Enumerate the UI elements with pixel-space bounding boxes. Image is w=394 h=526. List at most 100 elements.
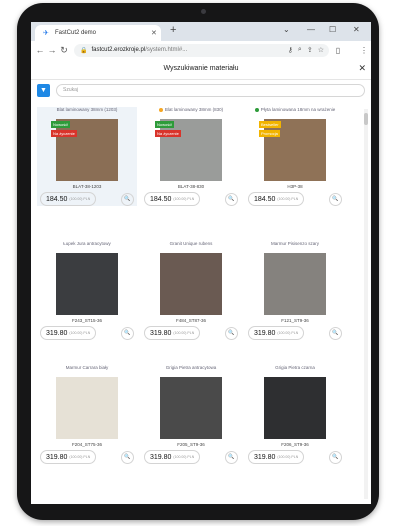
text: 184.50: [46, 195, 68, 203]
back-icon[interactable]: ←: [34, 45, 46, 55]
reload-icon[interactable]: ↻: [58, 45, 70, 56]
address-bar[interactable]: 🔒 fastcut2.erozkroje.pl/system.html#... …: [74, 43, 329, 57]
new-tab-icon[interactable]: +: [170, 24, 176, 36]
magnify-icon[interactable]: 🔍: [329, 326, 342, 340]
text: (100.00) PLN: [69, 455, 91, 459]
zoom-icon[interactable]: ⌕: [298, 46, 302, 54]
share-icon[interactable]: ⇪: [307, 46, 313, 54]
close-dialog-icon[interactable]: ✕: [358, 63, 366, 74]
price-badge: 319.80 (100.00) PLN: [248, 326, 305, 340]
url-host: fastcut2.erozkroje.pl: [91, 47, 146, 53]
status-badge: Nowość!: [51, 121, 71, 128]
text: 319.80: [150, 329, 172, 337]
material-code: F204_ST75-36: [71, 442, 103, 447]
sidebar-icon[interactable]: ▯: [333, 46, 343, 55]
text: Łupek Jura antracytowy: [63, 241, 111, 246]
tab-strip: ✈ FastCut2 demo ✕ + ⌄ — ☐ ✕: [31, 22, 371, 41]
text: 319.80: [254, 453, 276, 461]
scrollbar-thumb[interactable]: [364, 113, 368, 125]
browser-window: ✈ FastCut2 demo ✕ + ⌄ — ☐ ✕ ← → ↻ 🔒 fast…: [31, 22, 371, 504]
material-swatch[interactable]: Nowość! Na życzenie: [155, 119, 222, 181]
material-swatch[interactable]: [160, 377, 222, 439]
magnify-icon[interactable]: 🔍: [225, 326, 238, 340]
text: 319.80: [46, 329, 68, 337]
magnify-icon[interactable]: 🔍: [121, 192, 134, 206]
favicon-icon: ✈: [43, 29, 49, 37]
browser-tab[interactable]: ✈ FastCut2 demo ✕: [35, 25, 161, 41]
material-swatch[interactable]: [160, 253, 222, 315]
filter-icon[interactable]: ▼: [37, 83, 50, 97]
material-name: Grigia Pietra antracytowa: [141, 365, 241, 377]
close-window-icon[interactable]: ✕: [353, 25, 360, 34]
material-code: F484_ST87-36: [175, 318, 207, 323]
text: (100.00) PLN: [69, 331, 91, 335]
price-badge: 184.50 (100.00) PLN: [248, 192, 305, 206]
text: Blat laminowany 38mm (830): [164, 107, 224, 112]
price-badge: 319.80 (100.00) PLN: [144, 326, 201, 340]
status-badge: Nowość!: [155, 121, 175, 128]
dialog-title: Wyszukiwanie materiału: [163, 65, 239, 72]
material-name: Granit Unique rubens: [141, 241, 241, 253]
minimize-icon[interactable]: —: [307, 25, 315, 34]
text: Grigia Pietra antracytowa: [165, 365, 217, 370]
magnify-icon[interactable]: 🔍: [329, 192, 342, 206]
material-card[interactable]: Marmur Carrara biały F204_ST75-36 319.80 (1…: [37, 365, 137, 464]
material-card[interactable]: Płyta laminowana 18mm na wrażenie Bestsel…: [245, 107, 345, 206]
dialog-header: Wyszukiwanie materiału ✕: [31, 59, 371, 80]
camera-dot: [201, 9, 206, 14]
material-name: Marmur Carrara biały: [37, 365, 137, 377]
material-code: F121_ST9-36: [281, 318, 309, 323]
material-swatch[interactable]: [264, 253, 326, 315]
material-swatch[interactable]: [56, 253, 118, 315]
material-swatch[interactable]: [56, 377, 118, 439]
material-card[interactable]: Łupek Jura antracytowy F243_ST15-36 319.80…: [37, 241, 137, 340]
chevron-down-icon[interactable]: ⌄: [283, 25, 290, 34]
material-swatch[interactable]: Bestseller Promocja: [259, 119, 326, 181]
text: Grigia Pietra czarna: [275, 365, 315, 370]
price-row: 319.80 (100.00) PLN 🔍: [141, 450, 241, 464]
url-path: /system.html#...: [145, 47, 188, 53]
material-card[interactable]: Granit Unique rubens F484_ST87-36 319.80 (1…: [141, 241, 241, 340]
forward-icon[interactable]: →: [46, 45, 58, 55]
material-card[interactable]: Grigia Pietra antracytowa F205_ST9-36 319.…: [141, 365, 241, 464]
material-name: Płyta laminowana 18mm na wrażenie: [245, 107, 345, 119]
material-code: BLAT-38-830: [177, 184, 205, 189]
magnify-icon[interactable]: 🔍: [121, 450, 134, 464]
maximize-icon[interactable]: ☐: [329, 25, 336, 34]
text: (100.00) PLN: [277, 331, 299, 335]
magnify-icon[interactable]: 🔍: [225, 192, 238, 206]
material-name: Blat laminowany 38mm (1203): [37, 107, 137, 119]
text: Marmur Carrara biały: [65, 365, 109, 370]
search-row: ▼ Szukaj: [31, 80, 371, 100]
price-badge: 184.50 (100.00) PLN: [40, 192, 97, 206]
material-swatch[interactable]: Nowość! Na życzenie: [51, 119, 118, 181]
status-badge: Promocja: [259, 130, 280, 137]
material-card[interactable]: Blat laminowany 38mm (830) Nowość! Na życz…: [141, 107, 241, 206]
material-code: F205_ST9-36: [177, 442, 205, 447]
material-card[interactable]: Marmur Pisisenzo szary F121_ST9-36 319.80(…: [245, 241, 345, 340]
star-icon[interactable]: ☆: [318, 46, 324, 54]
menu-icon[interactable]: ⋮: [359, 46, 369, 55]
magnify-icon[interactable]: 🔍: [225, 450, 238, 464]
text: Marmur Pisisenzo szary: [270, 241, 319, 246]
material-swatch[interactable]: [264, 377, 326, 439]
close-tab-icon[interactable]: ✕: [151, 29, 161, 37]
text: 184.50: [254, 195, 276, 203]
text: Granit Unique rubens: [169, 241, 213, 246]
price-row: 319.80 (100.00) PLN 🔍: [37, 450, 137, 464]
scrollbar[interactable]: [364, 109, 368, 499]
price-badge: 319.80 (100.00) PLN: [248, 450, 305, 464]
material-code: BLAT-38-1203: [72, 184, 102, 189]
price-row: 184.50 (100.00) PLN 🔍: [141, 192, 241, 206]
material-card[interactable]: Blat laminowany 38mm (1203) Nowość! Na życ…: [37, 107, 137, 206]
material-card[interactable]: Grigia Pietra czarna F206_ST9-36 319.80 (10…: [245, 365, 345, 464]
search-input[interactable]: Szukaj: [56, 83, 365, 97]
key-icon[interactable]: ⚷: [288, 46, 293, 54]
text: (100.00) PLN: [173, 197, 195, 201]
magnify-icon[interactable]: 🔍: [121, 326, 134, 340]
lock-icon: 🔒: [80, 47, 88, 54]
magnify-icon[interactable]: 🔍: [329, 450, 342, 464]
price-badge: 319.80 (100.00) PLN: [40, 450, 97, 464]
text: (100.00) PLN: [69, 197, 91, 201]
text: (100.00) PLN: [277, 455, 299, 459]
